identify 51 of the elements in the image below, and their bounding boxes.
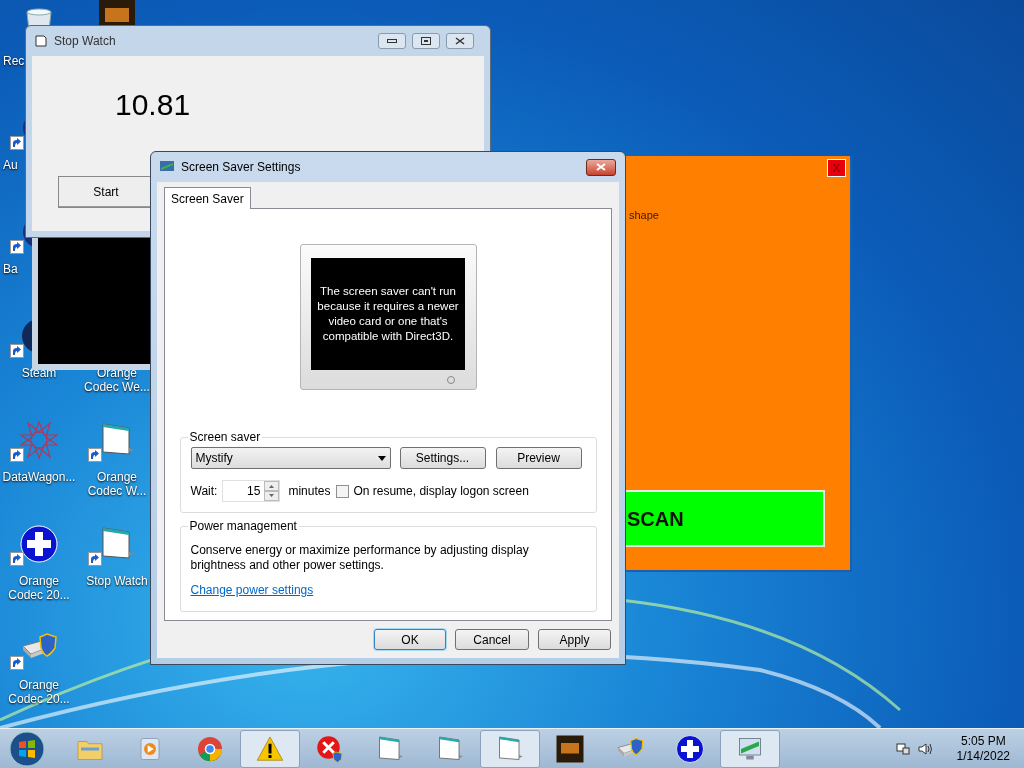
desktop-icon-label[interactable]: Au xyxy=(3,158,18,172)
dialog-button[interactable]: OK xyxy=(374,629,446,650)
taskbar-button[interactable] xyxy=(240,729,300,768)
app-window-icon xyxy=(34,34,48,48)
clock-date: 1/14/2022 xyxy=(956,748,1010,764)
desktop-icon-label[interactable]: Rec xyxy=(3,54,25,68)
desktop-icon-label[interactable]: Orange Codec 20... xyxy=(0,678,78,706)
minimize-icon xyxy=(387,39,397,43)
desktop-icon-label[interactable]: Ba xyxy=(3,262,18,276)
windows-logo-icon xyxy=(9,730,45,767)
error-shield-icon xyxy=(315,733,345,764)
network-icon xyxy=(894,740,911,757)
logon-checkbox-label: On resume, display logon screen xyxy=(353,483,529,500)
spinner-arrows-icon xyxy=(264,481,280,501)
close-icon xyxy=(455,37,465,45)
dialog-button[interactable]: Apply xyxy=(538,629,611,650)
window-title: Stop Watch xyxy=(54,33,116,50)
plus-icon xyxy=(675,733,705,764)
desktop-icon-label[interactable]: Steam xyxy=(0,366,78,380)
wait-spinner[interactable]: 15 xyxy=(222,480,281,502)
screen-saver-dropdown[interactable]: Mystify xyxy=(190,447,391,469)
close-icon xyxy=(596,163,606,171)
shape-label: shape xyxy=(629,208,659,223)
logon-checkbox[interactable] xyxy=(336,484,350,498)
power-description: Conserve energy or maximize performance by adjusting display brightness and other power settings. xyxy=(190,543,530,573)
wait-label: Wait: xyxy=(190,483,218,500)
close-button[interactable] xyxy=(446,33,474,49)
picture-icon xyxy=(555,733,585,764)
preview-message: The screen saver can't run because it requires a newer video card or one that's compatible with Direct3D. xyxy=(316,284,460,344)
minutes-label: minutes xyxy=(288,483,331,500)
elapsed-time: 10.81 xyxy=(115,88,191,122)
maximize-icon xyxy=(421,37,431,45)
dropdown-caret-icon xyxy=(377,455,386,461)
close-button[interactable] xyxy=(586,158,616,176)
speaker-icon xyxy=(916,740,933,757)
group-legend: Power management xyxy=(187,517,299,535)
star-pattern-icon xyxy=(19,420,59,460)
desktop-icon-label[interactable]: Orange Codec 20... xyxy=(0,574,78,602)
tab[interactable]: Screen Saver xyxy=(164,187,251,209)
settings-button[interactable]: Settings... xyxy=(399,447,486,469)
dialog-button[interactable]: Cancel xyxy=(455,629,529,650)
change-power-settings-link[interactable]: Change power settings xyxy=(190,581,314,599)
power-button-icon xyxy=(445,375,456,385)
group-legend: Screen saver xyxy=(187,428,263,446)
minimize-button[interactable] xyxy=(378,33,406,49)
preview-button[interactable]: Preview xyxy=(495,447,582,469)
desktop-icon-label[interactable]: DataWagon... xyxy=(0,470,78,484)
clock-time: 5:05 PM xyxy=(960,733,1006,749)
maximize-button[interactable] xyxy=(412,33,440,49)
dialog-title: Screen Saver Settings xyxy=(181,159,301,176)
plus-icon xyxy=(19,524,59,564)
